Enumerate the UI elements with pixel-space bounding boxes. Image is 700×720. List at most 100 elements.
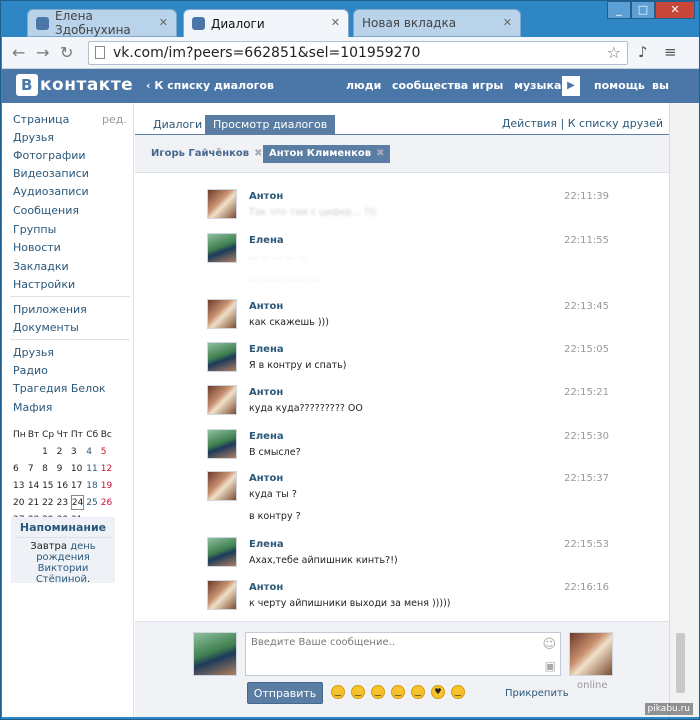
sidebar-item-settings[interactable]: Настройки xyxy=(13,278,75,291)
sidebar-item-friends[interactable]: Друзья xyxy=(13,131,54,144)
sidebar-app-squirrels[interactable]: Трагедия Белок xyxy=(13,382,106,395)
maximize-icon[interactable]: □ xyxy=(631,1,655,19)
actions-link[interactable]: Действия xyxy=(502,117,557,130)
back-icon[interactable]: ← xyxy=(12,43,25,62)
minimize-icon[interactable]: _ xyxy=(607,1,631,19)
extension-icon[interactable]: ♪ xyxy=(638,43,648,61)
cal-day-header: Вс xyxy=(100,429,112,440)
bookmark-star-icon[interactable]: ☆ xyxy=(607,42,621,64)
attach-link[interactable]: Прикрепить xyxy=(505,688,569,699)
smiley-icon[interactable]: ☺ xyxy=(542,637,556,652)
peer-chip[interactable]: Игорь Гайчёнков ✖ xyxy=(145,145,269,163)
close-icon[interactable]: ✕ xyxy=(159,16,168,29)
menu-people[interactable]: люди xyxy=(346,79,381,92)
tab-new[interactable]: Новая вкладка ✕ xyxy=(353,9,521,37)
reminder-person-link[interactable]: Виктории Стёпиной xyxy=(36,563,89,585)
peer-avatar[interactable] xyxy=(569,632,613,676)
avatar[interactable] xyxy=(207,299,237,329)
avatar[interactable] xyxy=(207,471,237,501)
emoji-icon[interactable]: ‿ xyxy=(451,685,465,699)
menu-icon[interactable]: ≡ xyxy=(664,43,677,61)
sidebar-item-messages[interactable]: Сообщения xyxy=(13,204,79,217)
browser-window: Елена Здобнухина ✕ Диалоги ✕ Новая вкладка… xyxy=(0,0,700,720)
forward-icon[interactable]: → xyxy=(36,43,49,62)
tab-dialogs-list[interactable]: Диалоги xyxy=(145,115,210,135)
avatar[interactable] xyxy=(207,537,237,567)
address-bar[interactable]: vk.com/im?peers=662851&sel=101959270 ☆ xyxy=(88,41,628,65)
message-input[interactable]: Введите Ваше сообщение.. ☺ ▣ xyxy=(245,632,561,676)
reload-icon[interactable]: ↻ xyxy=(60,43,73,62)
avatar[interactable] xyxy=(207,189,237,219)
vk-logo[interactable]: Вконтакте xyxy=(16,74,133,96)
menu-games[interactable]: игры xyxy=(472,79,503,92)
cal-day: 6 xyxy=(13,463,19,474)
sidebar-item-apps[interactable]: Приложения xyxy=(13,303,87,316)
tab-view-dialogs[interactable]: Просмотр диалогов xyxy=(205,115,336,135)
sidebar-app-radio[interactable]: Радио xyxy=(13,364,48,377)
emoji-icon[interactable]: ♥ xyxy=(431,685,445,699)
avatar[interactable] xyxy=(207,580,237,610)
avatar[interactable] xyxy=(207,233,237,263)
emoji-icon[interactable]: ‿ xyxy=(331,685,345,699)
sidebar-item-audio[interactable]: Аудиозаписи xyxy=(13,185,89,198)
message-text: Так что там с цифер... ?)) xyxy=(249,207,377,218)
author-name[interactable]: Антон xyxy=(249,191,283,202)
remove-peer-icon[interactable]: ✖ xyxy=(254,148,262,159)
sidebar-app-mafia[interactable]: Мафия xyxy=(13,401,52,414)
avatar[interactable] xyxy=(207,385,237,415)
tab-elena[interactable]: Елена Здобнухина ✕ xyxy=(27,9,177,37)
camera-icon[interactable]: ▣ xyxy=(545,659,556,673)
cal-day: 12 xyxy=(100,463,113,474)
send-button[interactable]: Отправить xyxy=(247,682,323,704)
author-name[interactable]: Елена xyxy=(249,235,284,246)
close-window-icon[interactable]: ✕ xyxy=(655,1,695,19)
menu-music[interactable]: музыка xyxy=(514,79,561,92)
play-icon[interactable]: ▶ xyxy=(562,76,580,96)
my-avatar[interactable] xyxy=(193,632,237,676)
watermark: pikabu.ru xyxy=(644,703,693,715)
author-name[interactable]: Елена xyxy=(249,344,284,355)
sidebar-edit-link[interactable]: ред. xyxy=(102,113,127,126)
left-sidebar: Страница ред. Друзья Фотографии Видеозап… xyxy=(2,103,134,717)
cal-day-header: Пт xyxy=(70,429,83,440)
emoji-icon[interactable]: ‿ xyxy=(391,685,405,699)
composer: Введите Ваше сообщение.. ☺ ▣ online Отправ… xyxy=(135,621,669,717)
sidebar-app-friends[interactable]: Друзья xyxy=(13,346,54,359)
emoji-icon[interactable]: ‿ xyxy=(411,685,425,699)
reminder-end: . xyxy=(86,574,91,585)
sidebar-item-videos[interactable]: Видеозаписи xyxy=(13,167,89,180)
message-time: 22:16:16 xyxy=(564,582,609,593)
sidebar-item-page[interactable]: Страница xyxy=(13,113,69,126)
message-time: 22:15:30 xyxy=(564,431,609,442)
close-icon[interactable]: ✕ xyxy=(503,16,512,29)
scrollbar[interactable] xyxy=(669,103,699,717)
cal-day xyxy=(28,444,40,459)
avatar[interactable] xyxy=(207,429,237,459)
reminder-box: Напоминание Завтра день рождения Виктори… xyxy=(11,517,115,585)
sidebar-item-groups[interactable]: Группы xyxy=(13,223,56,236)
sidebar-item-photos[interactable]: Фотографии xyxy=(13,149,86,162)
author-name[interactable]: Антон xyxy=(249,582,283,593)
author-name[interactable]: Елена xyxy=(249,431,284,442)
emoji-icon[interactable]: ‿ xyxy=(351,685,365,699)
scrollbar-thumb[interactable] xyxy=(676,633,685,693)
close-icon[interactable]: ✕ xyxy=(331,16,340,29)
remove-peer-icon[interactable]: ✖ xyxy=(376,148,384,159)
tab-dialogs[interactable]: Диалоги ✕ xyxy=(183,9,349,37)
sidebar-item-bookmarks[interactable]: Закладки xyxy=(13,260,69,273)
menu-help[interactable]: помощь xyxy=(594,79,645,92)
author-name[interactable]: Антон xyxy=(249,473,283,484)
vk-favicon-icon xyxy=(36,16,49,30)
author-name[interactable]: Антон xyxy=(249,301,283,312)
peer-chip-selected[interactable]: Антон Клименков ✖ xyxy=(263,145,391,163)
back-to-dialogs-link[interactable]: ‹ К списку диалогов xyxy=(146,79,274,92)
menu-communities[interactable]: сообщества xyxy=(392,79,468,92)
sidebar-item-news[interactable]: Новости xyxy=(13,241,61,254)
emoji-icon[interactable]: ‿ xyxy=(371,685,385,699)
back-to-friends-link[interactable]: К списку друзей xyxy=(568,117,663,130)
menu-exit[interactable]: вы xyxy=(652,79,669,92)
author-name[interactable]: Антон xyxy=(249,387,283,398)
author-name[interactable]: Елена xyxy=(249,539,284,550)
sidebar-item-docs[interactable]: Документы xyxy=(13,321,79,334)
avatar[interactable] xyxy=(207,342,237,372)
